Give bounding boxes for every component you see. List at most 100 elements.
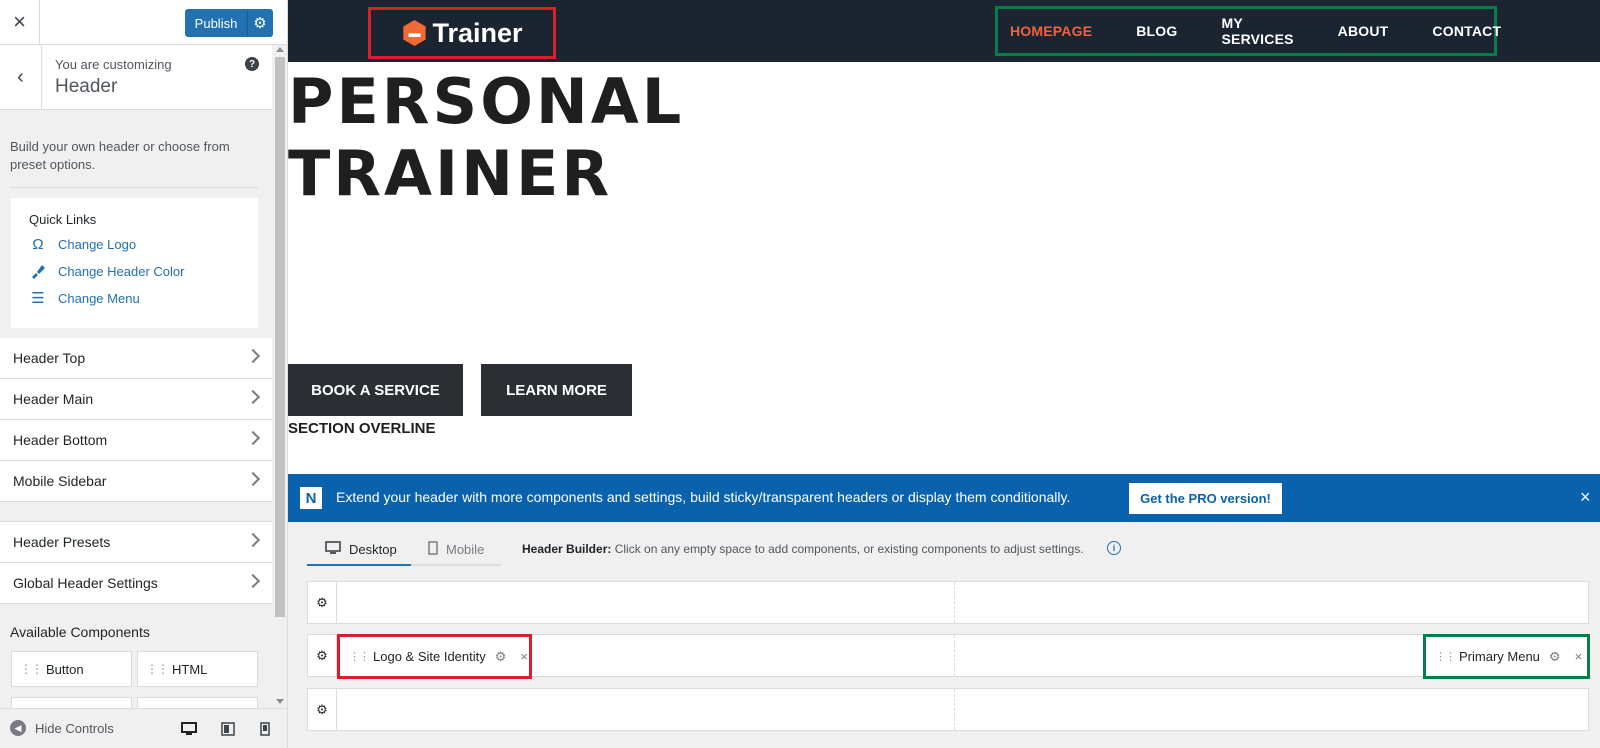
column-divider xyxy=(954,635,955,676)
close-icon[interactable]: × xyxy=(1580,487,1591,508)
info-icon[interactable]: i xyxy=(1107,541,1121,555)
available-components-title: Available Components xyxy=(10,624,150,640)
section-header-main[interactable]: Header Main xyxy=(0,379,272,420)
mobile-icon xyxy=(428,541,438,558)
section-header-presets[interactable]: Header Presets xyxy=(0,522,272,563)
builder-row-top[interactable]: ⚙ xyxy=(307,581,1589,624)
nav-link-blog[interactable]: BLOG xyxy=(1136,23,1177,39)
neve-logo-icon: N xyxy=(300,487,322,509)
menu-icon: ☰ xyxy=(31,290,45,307)
component-label: HTML xyxy=(172,661,208,677)
builder-hint: Header Builder: Click on any empty space… xyxy=(522,542,1084,556)
customizer-root: × Publish ⚙ ‹ You are customizing Header… xyxy=(0,0,1600,748)
hero-title-line: PERSONAL xyxy=(288,65,685,138)
site-logo[interactable]: ▬ Trainer xyxy=(368,7,556,59)
builder-component-label: Logo & Site Identity xyxy=(373,649,486,664)
get-pro-button[interactable]: Get the PRO version! xyxy=(1129,483,1282,514)
scrollbar-thumb[interactable] xyxy=(275,57,285,617)
row-settings-gear-icon[interactable]: ⚙ xyxy=(308,689,337,730)
nav-link-my-services[interactable]: MY SERVICES xyxy=(1222,15,1294,47)
customizer-sidebar: × Publish ⚙ ‹ You are customizing Header… xyxy=(0,0,288,748)
quick-link-change-header-color[interactable]: Change Header Color xyxy=(29,262,184,280)
quick-links-panel: Quick Links Ω Change Logo Change Header … xyxy=(11,198,258,328)
hide-controls-button[interactable]: ◀ Hide Controls xyxy=(10,720,114,736)
promo-text: Extend your header with more components … xyxy=(336,489,1071,505)
help-icon[interactable]: ? xyxy=(245,57,259,71)
pro-promo-banner: N Extend your header with more component… xyxy=(288,474,1600,522)
nav-link-contact[interactable]: CONTACT xyxy=(1432,23,1501,39)
section-list: Header Top Header Main Header Bottom Mob… xyxy=(0,338,272,604)
sidebar-scrollbar[interactable] xyxy=(272,45,287,708)
active-tab-indicator xyxy=(307,564,411,566)
customizing-label: You are customizing xyxy=(55,57,172,72)
section-label: Global Header Settings xyxy=(13,575,158,591)
section-gap xyxy=(0,502,272,522)
tablet-preview-icon[interactable] xyxy=(218,719,238,739)
site-preview: ▬ Trainer HOMEPAGE BLOG MY SERVICES ABOU… xyxy=(288,0,1600,748)
scroll-up-arrow-icon[interactable] xyxy=(276,47,284,52)
column-divider xyxy=(954,689,955,730)
drag-handle-icon: ⋮⋮ xyxy=(349,651,370,663)
publish-button[interactable]: Publish xyxy=(185,9,247,37)
customizing-header: ‹ You are customizing Header ? xyxy=(0,45,272,110)
builder-component-primary-menu[interactable]: ⋮⋮ Primary Menu ⚙ × xyxy=(1423,634,1590,679)
book-a-service-button[interactable]: BOOK A SERVICE xyxy=(288,364,463,416)
hero-title-line: TRAINER xyxy=(288,137,613,210)
drag-handle-icon: ⋮⋮ xyxy=(146,662,169,676)
section-label: Mobile Sidebar xyxy=(13,473,107,489)
quick-link-label: Change Header Color xyxy=(58,263,185,279)
section-header-bottom[interactable]: Header Bottom xyxy=(0,420,272,461)
component-settings-gear-icon[interactable]: ⚙ xyxy=(495,649,507,665)
tab-desktop[interactable]: Desktop xyxy=(325,533,397,566)
inactive-tab-indicator xyxy=(411,564,501,566)
nav-link-about[interactable]: ABOUT xyxy=(1338,23,1389,39)
site-header: ▬ Trainer HOMEPAGE BLOG MY SERVICES ABOU… xyxy=(288,0,1600,62)
remove-component-icon[interactable]: × xyxy=(1575,649,1583,664)
component-settings-gear-icon[interactable]: ⚙ xyxy=(1549,649,1561,665)
section-description: Build your own header or choose from pre… xyxy=(10,139,230,172)
chevron-right-icon xyxy=(245,471,261,487)
builder-row-main[interactable]: ⚙ ⋮⋮ Logo & Site Identity ⚙ × ⋮⋮ Primary… xyxy=(307,634,1590,679)
scroll-down-arrow-icon[interactable] xyxy=(276,699,284,704)
collapse-arrow-icon: ◀ xyxy=(10,720,26,736)
component-label: Button xyxy=(46,661,84,677)
quick-links-title: Quick Links xyxy=(29,212,97,227)
quick-link-change-menu[interactable]: ☰ Change Menu xyxy=(29,289,140,307)
section-mobile-sidebar[interactable]: Mobile Sidebar xyxy=(0,461,272,502)
desktop-preview-icon[interactable] xyxy=(179,719,199,739)
remove-component-icon[interactable]: × xyxy=(520,649,528,664)
learn-more-button[interactable]: LEARN MORE xyxy=(481,364,632,416)
builder-component-label: Primary Menu xyxy=(1459,649,1540,664)
quick-link-change-logo[interactable]: Ω Change Logo xyxy=(29,235,136,253)
section-label: Header Presets xyxy=(13,534,111,550)
section-label: Header Top xyxy=(13,350,86,366)
publish-settings-gear-icon[interactable]: ⚙ xyxy=(247,9,273,37)
sidebar-footer: ◀ Hide Controls xyxy=(0,708,287,748)
builder-hint-text: Click on any empty space to add componen… xyxy=(611,542,1084,556)
section-global-header-settings[interactable]: Global Header Settings xyxy=(0,563,272,604)
chevron-right-icon xyxy=(245,430,261,446)
primary-menu: HOMEPAGE BLOG MY SERVICES ABOUT CONTACT xyxy=(995,6,1501,56)
row-settings-gear-icon[interactable]: ⚙ xyxy=(308,582,337,623)
quick-link-label: Change Logo xyxy=(58,236,137,252)
section-header-top[interactable]: Header Top xyxy=(0,338,272,379)
sidebar-top-bar: × Publish ⚙ xyxy=(0,0,287,45)
desktop-icon xyxy=(325,541,341,558)
nav-link-homepage[interactable]: HOMEPAGE xyxy=(1010,23,1092,39)
component-button[interactable]: ⋮⋮ Button xyxy=(11,651,132,687)
builder-row-bottom[interactable]: ⚙ xyxy=(307,688,1589,731)
mobile-preview-icon[interactable] xyxy=(255,719,275,739)
header-builder: Desktop Mobile Header Builder: Click on … xyxy=(288,522,1600,748)
row-settings-gear-icon[interactable]: ⚙ xyxy=(308,635,337,676)
back-chevron-icon[interactable]: ‹ xyxy=(0,45,42,109)
tab-mobile[interactable]: Mobile xyxy=(428,533,484,566)
quick-link-label: Change Menu xyxy=(58,290,140,306)
chevron-right-icon xyxy=(245,348,261,364)
logo-text: Trainer xyxy=(432,17,523,48)
chevron-right-icon xyxy=(245,532,261,548)
dumbbell-logo-icon: ▬ xyxy=(403,20,426,46)
component-html[interactable]: ⋮⋮ HTML xyxy=(137,651,258,687)
builder-component-logo[interactable]: ⋮⋮ Logo & Site Identity ⚙ × xyxy=(337,634,532,679)
brush-icon xyxy=(29,262,47,280)
close-icon[interactable]: × xyxy=(0,0,40,44)
